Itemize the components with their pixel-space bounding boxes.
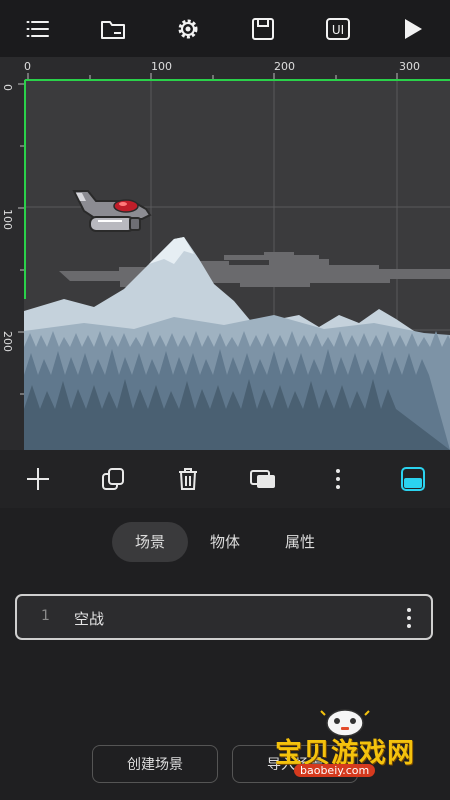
ruler-x-label-0: 0 bbox=[24, 60, 31, 73]
play-icon[interactable] bbox=[396, 12, 430, 46]
save-icon[interactable] bbox=[246, 12, 280, 46]
edit-toolbar bbox=[0, 450, 450, 508]
create-scene-button[interactable]: 创建场景 bbox=[92, 745, 218, 783]
ruler-x-label-300: 300 bbox=[399, 60, 420, 73]
ruler-vertical: 0 100 200 bbox=[0, 79, 24, 450]
tab-scenes[interactable]: 场景 bbox=[112, 522, 188, 562]
gear-icon[interactable] bbox=[171, 12, 205, 46]
menu-icon[interactable] bbox=[21, 12, 55, 46]
tab-objects[interactable]: 物体 bbox=[195, 522, 255, 562]
scene-index: 1 bbox=[41, 608, 50, 624]
top-toolbar: UI bbox=[0, 0, 450, 57]
ruler-horizontal-ticks bbox=[27, 73, 398, 79]
ruler-y-label-0: 0 bbox=[1, 84, 14, 91]
scene-name: 空战 bbox=[74, 610, 105, 628]
ui-label: UI bbox=[331, 23, 343, 37]
duplicate-icon[interactable] bbox=[96, 462, 130, 496]
watermark-url: baobeiy.com bbox=[294, 764, 376, 777]
scene-list-item[interactable]: 1 空战 bbox=[15, 594, 433, 640]
ruler-vertical-ticks bbox=[18, 83, 24, 395]
ruler-x-label-100: 100 bbox=[151, 60, 172, 73]
spaceship-sprite bbox=[72, 190, 152, 232]
tab-properties[interactable]: 属性 bbox=[270, 522, 330, 562]
folder-icon[interactable] bbox=[96, 12, 130, 46]
ruler-y-label-100: 100 bbox=[1, 209, 14, 230]
panel-tabs: 场景 物体 属性 bbox=[0, 522, 450, 564]
ruler-x-label-200: 200 bbox=[274, 60, 295, 73]
panel-toggle-icon[interactable] bbox=[396, 462, 430, 496]
cloud-band bbox=[59, 252, 450, 287]
scene-artwork bbox=[24, 79, 450, 450]
add-icon[interactable] bbox=[21, 462, 55, 496]
layers-icon[interactable] bbox=[246, 462, 280, 496]
delete-icon[interactable] bbox=[171, 462, 205, 496]
ruler-y-label-200: 200 bbox=[1, 331, 14, 352]
watermark: 宝贝游戏网 baobeiy.com bbox=[270, 705, 450, 785]
ui-icon[interactable]: UI bbox=[321, 12, 355, 46]
scene-canvas[interactable] bbox=[24, 79, 450, 450]
more-icon[interactable] bbox=[321, 462, 355, 496]
scene-more-icon[interactable] bbox=[405, 606, 413, 630]
ruler-horizontal: 0 100 200 300 bbox=[0, 57, 450, 79]
